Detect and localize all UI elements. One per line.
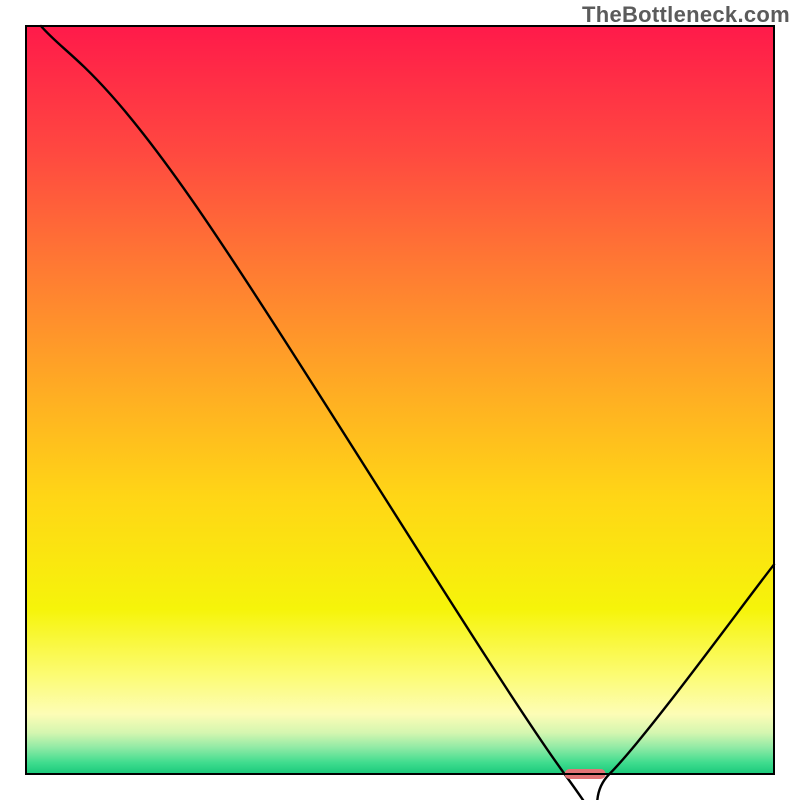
plot-background bbox=[26, 26, 774, 774]
watermark-label: TheBottleneck.com bbox=[582, 2, 790, 28]
chart-svg bbox=[0, 0, 800, 800]
chart-container: TheBottleneck.com bbox=[0, 0, 800, 800]
